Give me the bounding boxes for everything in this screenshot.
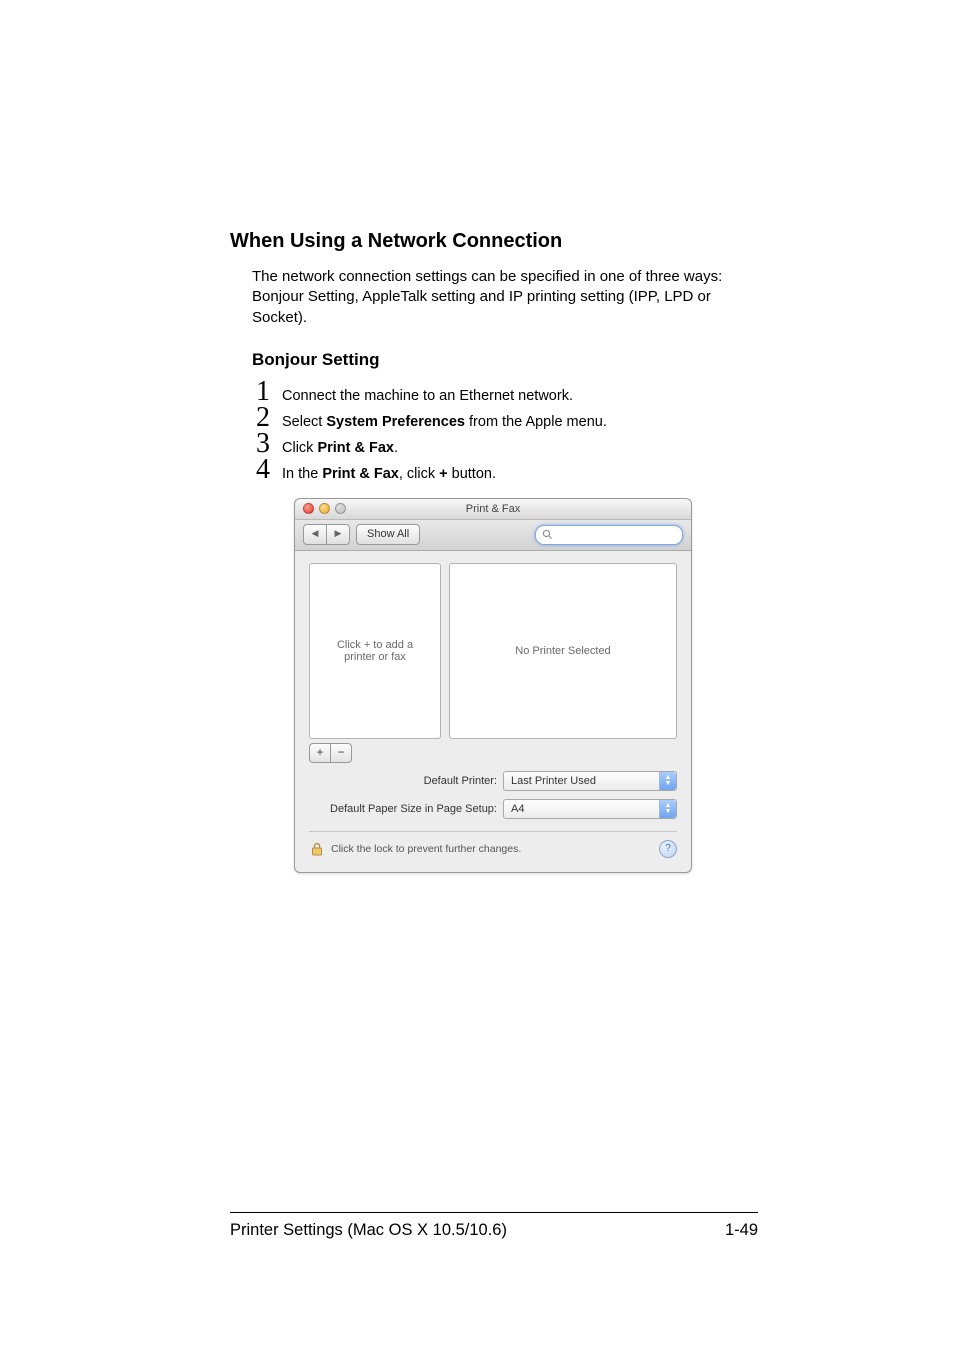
text-bold: Print & Fax <box>322 466 399 482</box>
lock-text: Click the lock to prevent further change… <box>331 843 521 855</box>
default-printer-select[interactable]: Last Printer Used ▲▼ <box>503 771 677 791</box>
step-number: 4 <box>252 454 270 486</box>
window-traffic-lights <box>303 503 346 514</box>
divider <box>309 831 677 832</box>
nav-buttons: ◀ ▶ <box>303 524 350 545</box>
window-toolbar: ◀ ▶ Show All <box>295 520 691 551</box>
lock-row: Click the lock to prevent further change… <box>309 840 677 858</box>
text-fragment: . <box>394 440 398 456</box>
screenshot-window: Print & Fax ◀ ▶ Show All Click + to add … <box>294 498 692 873</box>
text-fragment: Select <box>282 414 326 430</box>
default-printer-label: Default Printer: <box>309 775 497 787</box>
show-all-button[interactable]: Show All <box>356 524 420 545</box>
text-fragment: , click <box>399 466 439 482</box>
step-text: In the Print & Fax, click + button. <box>282 464 496 482</box>
default-paper-size-label: Default Paper Size in Page Setup: <box>309 803 497 815</box>
select-value: Last Printer Used <box>511 775 596 787</box>
printer-detail-empty-text: No Printer Selected <box>515 645 610 657</box>
minimize-icon[interactable] <box>319 503 330 514</box>
add-printer-button[interactable]: + <box>309 743 330 763</box>
help-button[interactable]: ? <box>659 840 677 858</box>
printer-detail-panel: No Printer Selected <box>449 563 677 739</box>
default-printer-row: Default Printer: Last Printer Used ▲▼ <box>309 771 677 791</box>
window-body: Click + to add a printer or fax No Print… <box>295 551 691 872</box>
step-4: 4 In the Print & Fax, click + button. <box>252 454 758 486</box>
remove-printer-button[interactable]: − <box>330 743 352 763</box>
search-input[interactable] <box>535 525 683 545</box>
forward-button[interactable]: ▶ <box>326 524 350 545</box>
footer-page-number: 1-49 <box>725 1221 758 1240</box>
text-bold: System Preferences <box>326 414 465 430</box>
step-text: Connect the machine to an Ethernet netwo… <box>282 386 573 404</box>
text-fragment: button. <box>448 466 496 482</box>
text-fragment: In the <box>282 466 322 482</box>
text-fragment: from the Apple menu. <box>465 414 607 430</box>
default-paper-size-row: Default Paper Size in Page Setup: A4 ▲▼ <box>309 799 677 819</box>
panels-row: Click + to add a printer or fax No Print… <box>309 563 677 739</box>
footer-rule <box>230 1212 758 1213</box>
window-titlebar: Print & Fax <box>295 499 691 520</box>
text-fragment: Click <box>282 440 317 456</box>
section-body-text: The network connection settings can be s… <box>252 267 758 328</box>
step-text: Click Print & Fax. <box>282 438 398 456</box>
chevron-updown-icon: ▲▼ <box>659 772 676 790</box>
chevron-updown-icon: ▲▼ <box>659 800 676 818</box>
back-button[interactable]: ◀ <box>303 524 326 545</box>
subsection-heading: Bonjour Setting <box>252 350 758 370</box>
zoom-icon[interactable] <box>335 503 346 514</box>
close-icon[interactable] <box>303 503 314 514</box>
select-value: A4 <box>511 803 524 815</box>
search-icon <box>542 529 553 540</box>
step-text: Select System Preferences from the Apple… <box>282 412 607 430</box>
window-title: Print & Fax <box>466 503 520 515</box>
text-fragment: Connect the machine to an Ethernet netwo… <box>282 388 573 404</box>
text-bold: Print & Fax <box>317 440 394 456</box>
section-heading: When Using a Network Connection <box>230 230 758 253</box>
footer-left-text: Printer Settings (Mac OS X 10.5/10.6) <box>230 1221 507 1240</box>
printer-list-panel[interactable]: Click + to add a printer or fax <box>309 563 441 739</box>
add-remove-buttons: + − <box>309 743 677 763</box>
text-bold: + <box>439 466 447 482</box>
default-paper-size-select[interactable]: A4 ▲▼ <box>503 799 677 819</box>
page-footer: Printer Settings (Mac OS X 10.5/10.6) 1-… <box>230 1212 758 1240</box>
printer-list-empty-text: Click + to add a printer or fax <box>337 639 413 663</box>
lock-icon[interactable] <box>309 841 325 857</box>
